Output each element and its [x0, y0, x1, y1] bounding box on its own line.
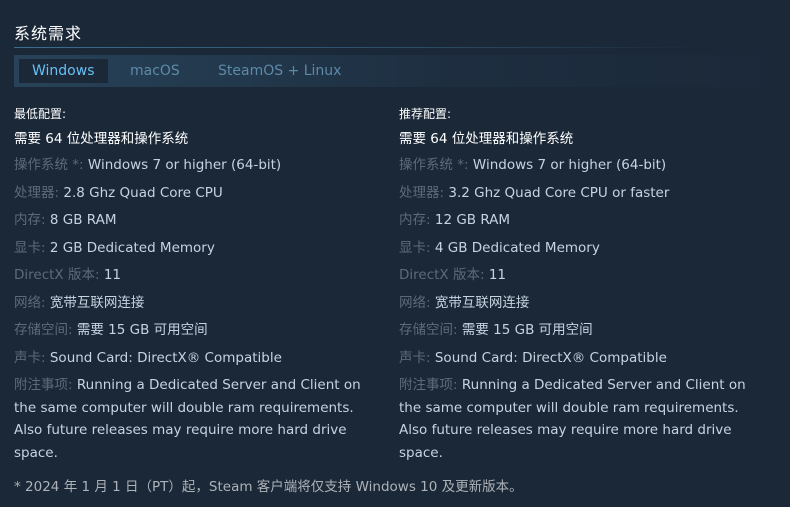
minimum-network-row: 网络: 宽带互联网连接: [14, 290, 386, 318]
tab-macos[interactable]: macOS: [117, 59, 193, 83]
minimum-requirements: 最低配置: 需要 64 位处理器和操作系统 操作系统 *: Windows 7 …: [14, 104, 386, 464]
recommended-cpu-label: 处理器:: [399, 184, 445, 201]
recommended-requirements: 推荐配置: 需要 64 位处理器和操作系统 操作系统 *: Windows 7 …: [399, 104, 771, 464]
tab-windows[interactable]: Windows: [19, 59, 108, 83]
minimum-gpu-value: 2 GB Dedicated Memory: [49, 239, 215, 256]
minimum-heading: 最低配置:: [14, 107, 67, 121]
minimum-os-value: Windows 7 or higher (64-bit): [87, 157, 282, 173]
recommended-directx-row: DirectX 版本: 11: [399, 262, 771, 290]
minimum-notes-label: 附注事项:: [14, 377, 73, 393]
recommended-ram-value: 12 GB RAM: [434, 212, 511, 228]
recommended-ram-label: 内存:: [399, 212, 431, 228]
recommended-network-label: 网络:: [399, 294, 431, 311]
minimum-storage-row: 存储空间: 需要 15 GB 可用空间: [14, 317, 386, 345]
recommended-network-row: 网络: 宽带互联网连接: [399, 290, 771, 318]
recommended-sound-value: Sound Card: DirectX® Compatible: [434, 349, 667, 366]
recommended-cpu-row: 处理器: 3.2 Ghz Quad Core CPU or faster: [399, 180, 771, 208]
windows-support-footnote: * 2024 年 1 月 1 日（PT）起，Steam 客户端将仅支持 Wind…: [14, 479, 523, 495]
minimum-64bit-note: 需要 64 位处理器和操作系统: [14, 131, 189, 147]
recommended-cpu-value: 3.2 Ghz Quad Core CPU or faster: [448, 184, 670, 201]
minimum-gpu-row: 显卡: 2 GB Dedicated Memory: [14, 235, 386, 263]
recommended-storage-label: 存储空间:: [399, 322, 458, 338]
minimum-cpu-row: 处理器: 2.8 Ghz Quad Core CPU: [14, 180, 386, 208]
minimum-storage-value: 需要 15 GB 可用空间: [76, 322, 208, 338]
tab-steamos-linux[interactable]: SteamOS + Linux: [205, 59, 354, 83]
recommended-sound-label: 声卡:: [399, 349, 431, 366]
minimum-directx-row: DirectX 版本: 11: [14, 262, 386, 290]
recommended-64bit-note: 需要 64 位处理器和操作系统: [399, 131, 574, 147]
recommended-gpu-row: 显卡: 4 GB Dedicated Memory: [399, 235, 771, 263]
recommended-notes-row: 附注事项: Running a Dedicated Server and Cli…: [399, 374, 771, 464]
recommended-notes-label: 附注事项:: [399, 377, 458, 393]
minimum-gpu-label: 显卡:: [14, 239, 46, 256]
minimum-ram-label: 内存:: [14, 212, 46, 228]
recommended-os-label: 操作系统 *:: [399, 157, 469, 173]
minimum-directx-label: DirectX 版本:: [14, 267, 100, 283]
minimum-storage-label: 存储空间:: [14, 322, 73, 338]
minimum-sound-row: 声卡: Sound Card: DirectX® Compatible: [14, 345, 386, 373]
recommended-storage-row: 存储空间: 需要 15 GB 可用空间: [399, 317, 771, 345]
recommended-directx-label: DirectX 版本:: [399, 267, 485, 283]
recommended-gpu-label: 显卡:: [399, 239, 431, 256]
minimum-cpu-label: 处理器:: [14, 184, 60, 201]
minimum-network-label: 网络:: [14, 294, 46, 311]
minimum-ram-value: 8 GB RAM: [49, 212, 117, 228]
minimum-sound-label: 声卡:: [14, 349, 46, 366]
recommended-ram-row: 内存: 12 GB RAM: [399, 207, 771, 235]
minimum-network-value: 宽带互联网连接: [49, 294, 145, 311]
minimum-directx-value: 11: [103, 267, 121, 283]
recommended-sound-row: 声卡: Sound Card: DirectX® Compatible: [399, 345, 771, 373]
recommended-os-value: Windows 7 or higher (64-bit): [472, 157, 667, 173]
minimum-ram-row: 内存: 8 GB RAM: [14, 207, 386, 235]
recommended-heading: 推荐配置:: [399, 107, 452, 121]
title-divider: [14, 47, 704, 48]
recommended-gpu-value: 4 GB Dedicated Memory: [434, 239, 600, 256]
minimum-sound-value: Sound Card: DirectX® Compatible: [49, 349, 282, 366]
minimum-notes-row: 附注事项: Running a Dedicated Server and Cli…: [14, 374, 386, 464]
recommended-directx-value: 11: [488, 267, 506, 283]
recommended-network-value: 宽带互联网连接: [434, 294, 530, 311]
minimum-os-label: 操作系统 *:: [14, 157, 84, 173]
minimum-os-row: 操作系统 *: Windows 7 or higher (64-bit): [14, 152, 386, 180]
minimum-cpu-value: 2.8 Ghz Quad Core CPU: [63, 184, 223, 201]
recommended-storage-value: 需要 15 GB 可用空间: [461, 322, 593, 338]
recommended-os-row: 操作系统 *: Windows 7 or higher (64-bit): [399, 152, 771, 180]
section-title: 系统需求: [14, 24, 83, 43]
os-tab-bar: Windows macOS SteamOS + Linux: [14, 55, 790, 87]
